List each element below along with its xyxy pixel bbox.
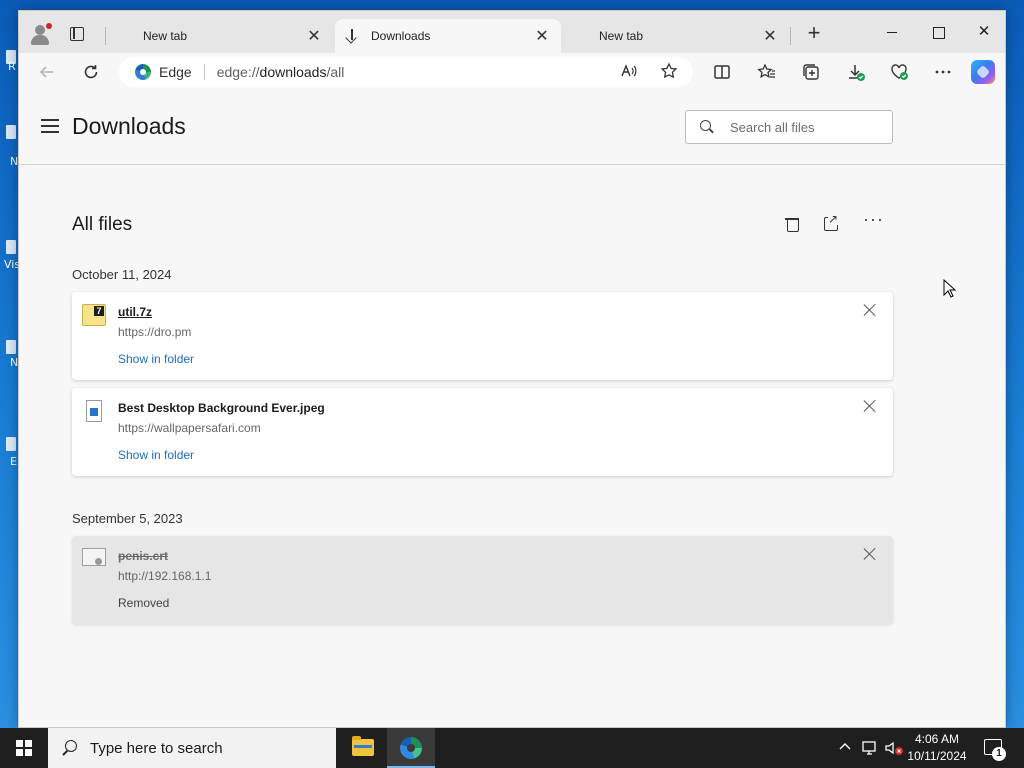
date-group-label: October 11, 2024 <box>72 267 172 282</box>
edge-logo-icon <box>135 64 151 80</box>
file-source-url: http://192.168.1.1 <box>118 569 212 583</box>
desktop-shortcut-label: N <box>10 356 19 369</box>
desktop-shortcut-label: R <box>8 60 16 73</box>
start-windows-icon[interactable] <box>0 728 48 768</box>
download-icon <box>345 29 359 43</box>
tab-divider <box>790 27 791 45</box>
minimize-button[interactable] <box>869 19 915 45</box>
file-name: penis.crt <box>118 549 169 563</box>
delete-all-icon[interactable] <box>785 216 799 232</box>
notification-count-badge: 1 <box>992 747 1006 761</box>
taskbar-search-box[interactable]: Type here to search <box>48 728 336 768</box>
tab-close-icon[interactable]: ✕ <box>303 26 325 46</box>
read-aloud-icon[interactable] <box>619 62 639 84</box>
desktop-shortcut-label: N <box>10 155 19 168</box>
browser-window: New tab ✕ Downloads ✕ New tab ✕ + ✕ Edge <box>18 10 1006 728</box>
menu-icon[interactable] <box>41 119 59 133</box>
browser-essentials-icon[interactable] <box>889 62 909 82</box>
search-downloads-box[interactable] <box>685 110 893 144</box>
network-icon[interactable] <box>862 740 880 768</box>
desktop-shortcut-icon[interactable] <box>6 340 16 354</box>
url-text[interactable]: edge://downloads/all <box>217 64 345 80</box>
site-identity-label[interactable]: Edge <box>159 64 192 80</box>
tab-close-icon[interactable]: ✕ <box>531 26 553 46</box>
download-item: util.7z https://dro.pm Show in folder <box>72 292 893 380</box>
refresh-icon[interactable] <box>81 62 101 82</box>
taskbar-search-placeholder: Type here to search <box>90 739 223 757</box>
tab-strip: New tab ✕ Downloads ✕ New tab ✕ + ✕ <box>19 11 1005 123</box>
tab-divider <box>105 27 106 45</box>
tab-new-tab-2[interactable]: New tab ✕ <box>563 19 789 123</box>
download-item-removed: penis.crt http://192.168.1.1 Removed <box>72 536 893 624</box>
section-title: All files <box>72 214 133 235</box>
url-path: /all <box>326 64 345 80</box>
tab-actions-icon[interactable] <box>67 25 87 43</box>
file-status: Removed <box>118 596 170 610</box>
browser-toolbar: Edge edge://downloads/all <box>19 53 1005 91</box>
favorites-icon[interactable] <box>757 62 777 82</box>
tab-label: New tab <box>143 29 188 43</box>
certificate-file-icon <box>82 548 106 566</box>
page-header: Downloads <box>19 91 1005 165</box>
downloads-icon[interactable] <box>846 62 866 82</box>
taskbar: Type here to search 4:06 AM 10/11/2024 1 <box>0 728 1024 768</box>
downloads-page: Downloads All files ··· October 11, 2024… <box>19 91 1005 727</box>
file-source-url: https://dro.pm <box>118 325 192 339</box>
file-explorer-icon[interactable] <box>338 728 386 768</box>
copilot-icon[interactable] <box>971 60 995 84</box>
tab-label: Downloads <box>371 29 431 43</box>
split-screen-icon[interactable] <box>712 62 732 82</box>
search-icon <box>700 120 714 134</box>
tab-downloads[interactable]: Downloads ✕ <box>335 19 561 53</box>
desktop-shortcut-icon[interactable] <box>6 240 16 254</box>
page-title: Downloads <box>72 113 186 139</box>
url-scheme: edge:// <box>216 64 260 80</box>
show-hidden-icons-chevron-icon[interactable] <box>838 740 854 768</box>
image-file-icon <box>86 400 102 422</box>
clock-time: 4:06 AM <box>914 732 960 746</box>
new-tab-button[interactable]: + <box>803 22 825 45</box>
file-name-link[interactable]: Best Desktop Background Ever.jpeg <box>118 401 325 415</box>
back-icon[interactable] <box>37 62 57 82</box>
7z-archive-icon <box>82 304 106 326</box>
edge-icon[interactable] <box>387 728 435 768</box>
date-group-label: September 5, 2023 <box>72 511 183 526</box>
url-host: downloads <box>259 64 327 80</box>
profile-avatar-icon[interactable] <box>27 23 55 45</box>
desktop-shortcut-icon[interactable] <box>6 437 16 451</box>
file-source-url: https://wallpapersafari.com <box>118 421 261 435</box>
maximize-button[interactable] <box>915 19 961 45</box>
desktop-shortcut-label: E <box>10 455 17 468</box>
show-in-folder-link[interactable]: Show in folder <box>118 448 194 462</box>
address-bar[interactable]: Edge edge://downloads/all <box>119 57 693 87</box>
tab-close-icon[interactable]: ✕ <box>759 26 781 46</box>
remove-item-icon[interactable] <box>862 302 878 318</box>
favorite-star-icon[interactable] <box>659 62 679 84</box>
download-item: Best Desktop Background Ever.jpeg https:… <box>72 388 893 476</box>
collections-icon[interactable] <box>801 62 821 82</box>
volume-muted-icon[interactable] <box>884 740 904 768</box>
remove-item-icon[interactable] <box>862 398 878 414</box>
close-window-button[interactable]: ✕ <box>961 19 1005 45</box>
desktop-shortcut-icon[interactable] <box>6 125 16 139</box>
open-downloads-folder-icon[interactable] <box>824 213 839 231</box>
clock-date: 10/11/2024 <box>907 749 967 763</box>
mouse-cursor-icon <box>943 278 957 299</box>
search-input[interactable] <box>730 119 880 135</box>
system-clock[interactable]: 4:06 AM 10/11/2024 <box>902 731 972 765</box>
address-divider <box>203 64 205 80</box>
search-icon <box>62 740 78 756</box>
remove-item-icon[interactable] <box>862 546 878 562</box>
file-name-link[interactable]: util.7z <box>118 305 152 319</box>
show-in-folder-link[interactable]: Show in folder <box>118 352 194 366</box>
tab-new-tab-1[interactable]: New tab ✕ <box>107 19 333 123</box>
more-options-icon[interactable]: ··· <box>863 209 884 230</box>
more-icon[interactable] <box>933 62 953 82</box>
tab-label: New tab <box>599 29 644 43</box>
